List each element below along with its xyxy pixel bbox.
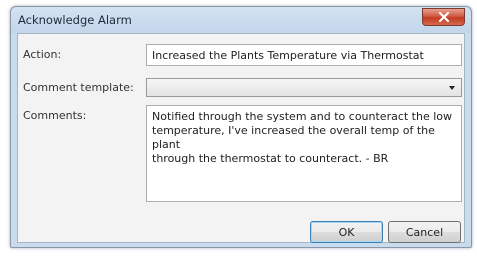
action-field[interactable]: Increased the Plants Temperature via The… [146, 44, 462, 66]
chevron-down-icon [449, 86, 455, 90]
acknowledge-alarm-dialog: Acknowledge Alarm Action: Increased the … [10, 6, 472, 248]
cancel-button[interactable]: Cancel [388, 221, 461, 243]
close-icon [438, 12, 449, 22]
close-button[interactable] [422, 8, 465, 26]
comment-template-select[interactable] [146, 78, 462, 97]
ok-button[interactable]: OK [310, 221, 383, 243]
dialog-body: Action: Increased the Plants Temperature… [17, 33, 465, 243]
comments-label: Comments: [23, 109, 87, 122]
action-label: Action: [23, 48, 62, 61]
comment-template-label: Comment template: [23, 81, 134, 94]
dialog-title: Acknowledge Alarm [18, 13, 132, 27]
comments-textarea[interactable]: Notified through the system and to count… [146, 105, 462, 202]
